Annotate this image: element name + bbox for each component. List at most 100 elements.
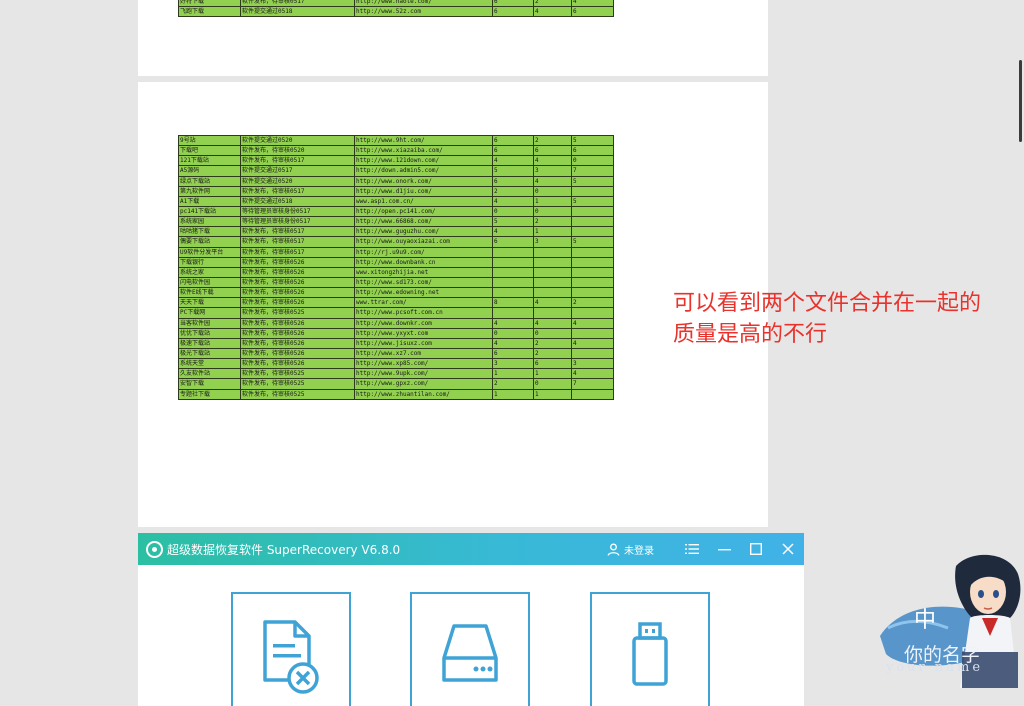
table-cell: 4	[571, 317, 614, 329]
table-cell: 4	[492, 195, 534, 207]
table-row: U9软件分发平台 软件发布，待审核0517 http://rj.u9u9.com/	[178, 246, 614, 258]
table-cell: 5	[571, 195, 614, 207]
table-cell: 1	[533, 388, 572, 400]
table-cell: 软件发布，待审核0526	[240, 327, 355, 339]
table-cell: 9号站	[178, 134, 241, 147]
table-cell	[571, 185, 614, 197]
table-cell: 专题社下载	[178, 388, 241, 400]
table-cell: 偶要下载站	[178, 236, 241, 248]
table-cell: 7	[571, 165, 614, 177]
table-cell: 优优下载站	[178, 327, 241, 339]
table-row: 闪电软件园 软件发布，待审核0526 http://www.sd173.com/	[178, 276, 614, 289]
table-cell: 6	[492, 236, 534, 248]
table-cell: 天天下载	[178, 297, 241, 309]
table-cell: 软件发布，待审核0526	[240, 256, 355, 268]
table-row: 第九软件网 软件发布，待审核0517 http://www.d1jiu.com/2 0	[178, 185, 614, 197]
table-cell: 0	[492, 205, 534, 218]
table-cell: 4	[533, 317, 572, 329]
minimize-icon	[717, 548, 731, 550]
login-button[interactable]: 未登录	[607, 542, 654, 557]
table-cell	[571, 246, 614, 258]
table-cell: 久友软件站	[178, 368, 241, 380]
table-cell: 软件E线下载	[178, 287, 241, 299]
table-row: 下载银行 软件发布，待审核0526 http://www.downbank.cn	[178, 256, 614, 268]
close-icon	[782, 543, 794, 555]
maximize-button[interactable]	[740, 533, 772, 565]
table-row: A5源码 软件提交通过0517 http://down.admin5.com/5 3 7	[178, 165, 614, 177]
card-deleted-file-recovery[interactable]	[231, 592, 351, 706]
card-disk-recovery[interactable]	[410, 592, 530, 706]
table-row: 天天下载 软件发布，待审核0526 www.ttrar.com/8 4 2	[178, 297, 614, 309]
table-cell: 4	[571, 337, 614, 349]
table-cell	[533, 276, 572, 289]
table-cell: http://www.xp85.com/	[354, 358, 493, 370]
title-bar[interactable]: 超级数据恢复软件 SuperRecovery V6.8.0 未登录	[138, 533, 804, 565]
table-cell: 软件发布，待审核0526	[240, 297, 355, 309]
table-cell: 4	[492, 155, 534, 167]
spreadsheet-table: 9号站 软件提交通过0520 http://www.9ht.com/6 2 5 下载吧 软件…	[178, 134, 614, 400]
table-row: 系统之家 软件发布，待审核0526 www.xitongzhijia.net	[178, 266, 614, 278]
table-cell	[571, 388, 614, 400]
table-cell: 软件发布，待审核0525	[240, 368, 355, 380]
table-cell: www.xitongzhijia.net	[354, 266, 493, 278]
table-cell: 4	[492, 337, 534, 349]
table-cell: 软件发布，待审核0526	[240, 266, 355, 278]
table-cell: http://down.admin5.com/	[354, 165, 493, 177]
table-cell: 当客软件园	[178, 317, 241, 329]
table-cell: http://www.zhuantilan.com/	[354, 388, 493, 400]
table-cell: 极光下载站	[178, 347, 241, 360]
table-cell: 0	[533, 185, 572, 197]
table-cell	[571, 216, 614, 228]
table-cell: 咕咕猪下载	[178, 226, 241, 238]
hard-disk-icon	[442, 624, 498, 682]
table-cell: 2	[533, 134, 572, 147]
table-cell: 1	[533, 368, 572, 380]
table-cell: 3	[492, 358, 534, 370]
table-cell: http://www.121down.com/	[354, 155, 493, 167]
table-cell	[571, 327, 614, 339]
table-cell: 软件发布，待审核0517	[240, 0, 355, 8]
table-cell	[571, 287, 614, 299]
table-cell: 0	[533, 205, 572, 218]
menu-button[interactable]	[676, 533, 708, 565]
table-cell: 4	[492, 317, 534, 329]
table-row: 偶要下载站 软件发布，待审核0517 http://www.ouyaoxiazai.…	[178, 236, 614, 248]
annotation-line-1: 可以看到两个文件合并在一起的	[673, 291, 982, 316]
table-row: PC下载网 软件发布，待审核0525 http://www.pcsoft.com.c…	[178, 307, 614, 319]
table-cell: 6	[492, 6, 534, 18]
card-usb-recovery[interactable]	[590, 592, 710, 706]
close-button[interactable]	[772, 533, 804, 565]
table-cell: 1	[533, 195, 572, 207]
maximize-icon	[750, 543, 762, 555]
minimize-button[interactable]	[708, 533, 740, 565]
table-cell: 1	[492, 368, 534, 380]
table-cell: 软件发布，待审核0517	[240, 226, 355, 238]
table-row: 优优下载站 软件发布，待审核0526 http://www.yxyxt.com 0 0	[178, 327, 614, 339]
table-cell: http://www.onork.com/	[354, 175, 493, 187]
table-cell: 4	[533, 6, 572, 18]
table-cell: http://www.9upk.com/	[354, 368, 493, 380]
table-cell: 5	[571, 236, 614, 248]
table-cell: 软件发布，待审核0526	[240, 317, 355, 329]
table-cell: 4	[571, 0, 614, 8]
table-cell: http://www.sd173.com/	[354, 276, 493, 289]
table-cell: 下载银行	[178, 256, 241, 268]
table-row: pc141下载站 等待管理员审核身份0517 http://open.pc141.c…	[178, 205, 614, 218]
table-row: 飞跑下载 软件提交通过0518 http://www.52z.com 6 4 6	[178, 6, 614, 18]
table-cell: 系统家园	[178, 216, 241, 228]
table-row: 系统家园 等待管理员审核身份0517 http://www.66868.com/5 2	[178, 216, 614, 228]
table-cell: 5	[492, 216, 534, 228]
table-cell: http://www.66868.com/	[354, 216, 493, 228]
table-cell: 0	[533, 378, 572, 390]
table-cell: 安智下载	[178, 378, 241, 390]
table-row: A1下载 软件提交通过0518 www.asp1.com.cn/4 1 5	[178, 195, 614, 207]
table-cell: 软件提交通过0520	[240, 134, 355, 147]
table-cell: 5	[492, 165, 534, 177]
table-cell	[571, 307, 614, 319]
table-cell: http://www.xz7.com	[354, 347, 493, 360]
table-cell	[492, 256, 534, 268]
scrollbar-thumb[interactable]	[1019, 60, 1022, 142]
your-name-watermark: 中 你的名字 your name	[878, 548, 1024, 688]
table-cell: http://www.gpxz.com/	[354, 378, 493, 390]
table-cell: 软件发布，待审核0520	[240, 145, 355, 157]
